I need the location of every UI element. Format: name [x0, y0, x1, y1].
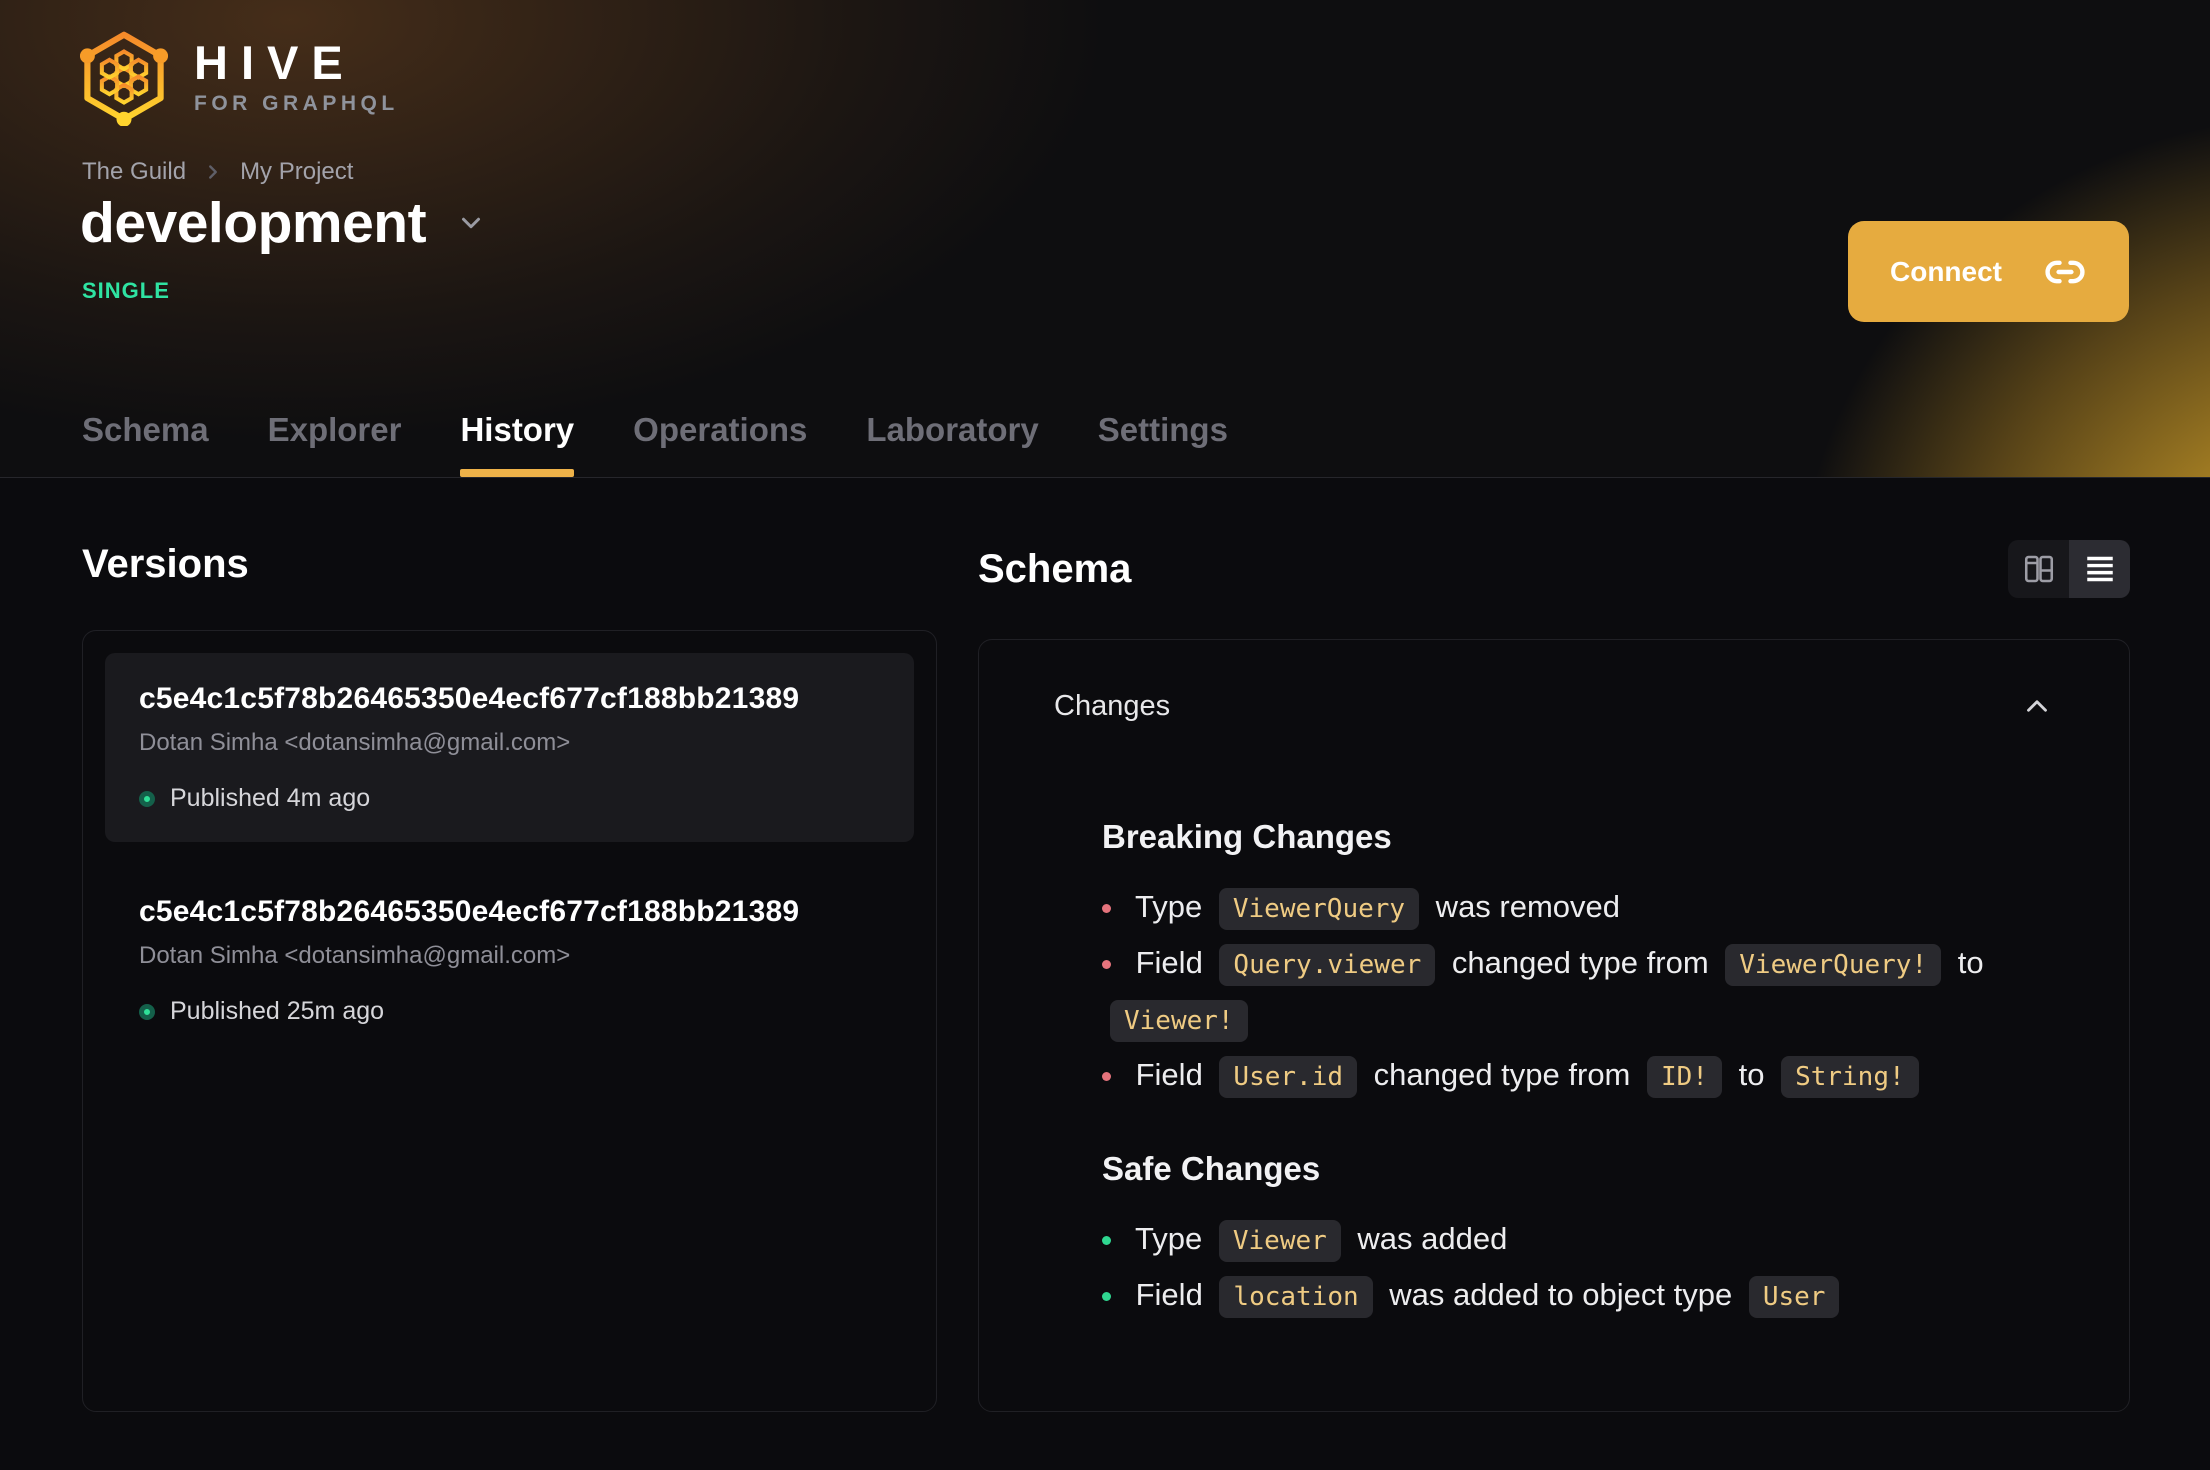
- version-status: Published 25m ago: [139, 997, 880, 1026]
- chevron-up-icon: [2020, 689, 2054, 723]
- change-item: Field location was added to object type …: [1102, 1268, 2054, 1324]
- change-list: Type Viewer was added Field location was…: [1102, 1212, 2054, 1324]
- page-title: development: [80, 191, 427, 255]
- version-list-item[interactable]: c5e4c1c5f78b26465350e4ecf677cf188bb21389…: [105, 866, 914, 1055]
- code-chip: location: [1219, 1276, 1373, 1318]
- breadcrumb: The Guild My Project: [82, 158, 353, 186]
- tab-schema[interactable]: Schema: [82, 410, 209, 477]
- code-chip: String!: [1781, 1056, 1919, 1098]
- code-chip: Viewer!: [1110, 1000, 1248, 1042]
- version-list-item[interactable]: c5e4c1c5f78b26465350e4ecf677cf188bb21389…: [105, 653, 914, 842]
- change-list: Type ViewerQuery was removed Field Query…: [1102, 880, 2054, 1104]
- version-hash: c5e4c1c5f78b26465350e4ecf677cf188bb21389: [139, 682, 800, 715]
- target-selector[interactable]: development: [80, 190, 486, 256]
- bullet-icon: [1102, 1292, 1111, 1301]
- breadcrumb-project[interactable]: My Project: [240, 158, 353, 186]
- section-title-breaking-changes: Breaking Changes: [1102, 818, 1392, 855]
- header: HIVE FOR GRAPHQL The Guild My Project de…: [0, 0, 2210, 478]
- bullet-icon: [1102, 904, 1111, 913]
- columns-icon: [2021, 551, 2057, 587]
- code-chip: ViewerQuery: [1218, 888, 1420, 930]
- tab-operations[interactable]: Operations: [633, 410, 807, 477]
- versions-list: c5e4c1c5f78b26465350e4ecf677cf188bb21389…: [82, 630, 937, 1412]
- version-status-text: Published 4m ago: [170, 784, 371, 812]
- bullet-icon: [1102, 1236, 1111, 1245]
- hive-logo-icon: [80, 28, 168, 126]
- brand-name: HIVE: [194, 36, 356, 90]
- section-title-safe-changes: Safe Changes: [1102, 1150, 1321, 1187]
- chevron-right-icon: [202, 161, 224, 183]
- schema-panel: Schema Changes Breaking Changes Type Vie…: [978, 540, 2130, 1412]
- tab-bar: Schema Explorer History Operations Laborator…: [82, 410, 1228, 477]
- tab-history[interactable]: History: [460, 410, 574, 477]
- status-badge: SINGLE: [82, 278, 170, 303]
- hive-logo[interactable]: HIVE FOR GRAPHQL: [80, 28, 399, 126]
- schema-heading: Schema: [978, 546, 1132, 591]
- version-status: Published 4m ago: [139, 784, 880, 813]
- view-toggle: [2008, 540, 2130, 598]
- breadcrumb-org[interactable]: The Guild: [82, 158, 186, 186]
- change-item: Field Query.viewer changed type from Vie…: [1102, 936, 2054, 1048]
- tab-settings[interactable]: Settings: [1098, 410, 1228, 477]
- code-chip: User.id: [1219, 1056, 1357, 1098]
- brand-tagline: FOR GRAPHQL: [194, 91, 399, 115]
- code-chip: ViewerQuery!: [1725, 944, 1942, 986]
- version-status-text: Published 25m ago: [170, 997, 385, 1025]
- versions-heading: Versions: [82, 542, 249, 586]
- change-item: Field User.id changed type from ID! to S…: [1102, 1048, 2054, 1104]
- tab-explorer[interactable]: Explorer: [268, 410, 402, 477]
- tab-laboratory[interactable]: Laboratory: [866, 410, 1038, 477]
- bullet-icon: [1102, 960, 1111, 969]
- main-content: Versions c5e4c1c5f78b26465350e4ecf677cf1…: [0, 478, 2210, 1412]
- version-author: Dotan Simha <dotansimha@gmail.com>: [139, 729, 571, 756]
- version-author: Dotan Simha <dotansimha@gmail.com>: [139, 942, 571, 969]
- list-icon: [2082, 551, 2118, 587]
- hive-app: { "brand": { "name": "HIVE", "tagline": …: [0, 0, 2210, 1470]
- bullet-icon: [1102, 1072, 1111, 1081]
- code-chip: ID!: [1647, 1056, 1722, 1098]
- changes-card: Changes Breaking Changes Type ViewerQuer…: [978, 639, 2130, 1412]
- versions-panel: Versions c5e4c1c5f78b26465350e4ecf677cf1…: [82, 540, 937, 1412]
- code-chip: Query.viewer: [1219, 944, 1436, 986]
- changes-title: Changes: [1054, 689, 1171, 722]
- change-item: Type Viewer was added: [1102, 1212, 2054, 1268]
- list-view-button[interactable]: [2069, 540, 2130, 598]
- changes-body: Breaking Changes Type ViewerQuery was re…: [1054, 818, 2054, 1324]
- columns-view-button[interactable]: [2008, 540, 2069, 598]
- changes-collapse-header[interactable]: Changes: [1054, 686, 2054, 726]
- change-item: Type ViewerQuery was removed: [1102, 880, 2054, 936]
- code-chip: User: [1748, 1276, 1840, 1318]
- connect-button[interactable]: Connect: [1848, 221, 2129, 322]
- code-chip: Viewer: [1218, 1220, 1341, 1262]
- chevron-down-icon: [456, 208, 486, 238]
- published-dot-icon: [139, 790, 155, 807]
- connect-button-label: Connect: [1890, 255, 2002, 287]
- link-icon: [2043, 250, 2087, 294]
- version-hash: c5e4c1c5f78b26465350e4ecf677cf188bb21389: [139, 895, 800, 928]
- published-dot-icon: [139, 1003, 155, 1020]
